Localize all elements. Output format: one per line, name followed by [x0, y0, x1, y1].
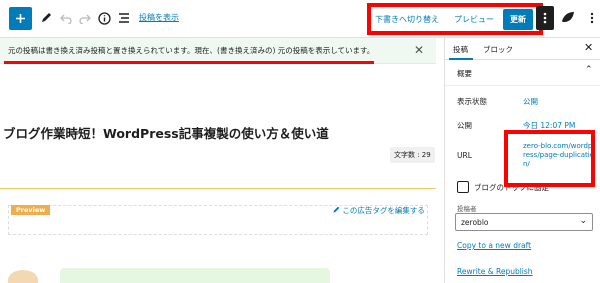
visibility-label: 表示状態 [457, 97, 487, 106]
author-label: 投稿者 [457, 205, 477, 213]
preview-badge: Preview [11, 205, 51, 215]
more-icon [543, 12, 547, 24]
settings-button[interactable] [536, 6, 554, 30]
chevron-up-icon: ⌃ [585, 65, 593, 75]
tab-block[interactable]: ブロック [483, 44, 513, 55]
editor-toolbar: 投稿を表示 下書きへ切り替え プレビュー 更新 [0, 0, 600, 38]
highlight-underline [4, 61, 374, 64]
visibility-value[interactable]: 公開 [523, 96, 538, 107]
pencil-icon [333, 206, 340, 213]
url-label: URL [457, 151, 472, 160]
publish-label: 公開 [457, 121, 472, 130]
undo-icon[interactable] [58, 10, 74, 26]
copy-to-draft-link[interactable]: Copy to a new draft [457, 241, 531, 250]
author-select[interactable]: zeroblo ⌄ [455, 213, 593, 231]
word-count-badge: 文字数 : 29 [390, 147, 435, 163]
close-icon[interactable]: ✕ [584, 41, 593, 54]
editor-canvas: ブログ作業時短！WordPress記事複製の使い方＆使い道 文字数 : 29 P… [0, 65, 440, 283]
leaf-icon[interactable] [560, 9, 576, 25]
edit-ad-tag-label: この広告タグを編集する [342, 206, 425, 215]
sticky-checkbox[interactable] [457, 181, 469, 193]
post-title[interactable]: ブログ作業時短！WordPress記事複製の使い方＆使い道 [3, 123, 329, 142]
edit-ad-tag-link[interactable]: この広告タグを編集する [332, 205, 425, 216]
notice-text: 元の投稿は書き換え済み投稿と置き換えられています。現在、(書き換え済みの) 元の… [8, 46, 375, 55]
plus-icon [16, 14, 25, 23]
speech-bubble [60, 268, 330, 283]
avatar [8, 270, 38, 283]
redo-icon[interactable] [77, 10, 93, 26]
highlight-box-toolbar [367, 3, 543, 35]
panel-title: 概要 [457, 69, 472, 78]
rewrite-republish-link[interactable]: Rewrite & Republish [457, 267, 533, 276]
options-icon[interactable] [584, 10, 600, 26]
info-icon[interactable] [96, 10, 112, 26]
show-post-link[interactable]: 投稿を表示 [139, 12, 179, 23]
pencil-icon[interactable] [38, 10, 54, 26]
sidebar-tabs: 投稿 ブロック ✕ [445, 38, 600, 60]
highlight-box-url [504, 130, 595, 187]
tab-post[interactable]: 投稿 [453, 44, 468, 55]
summary-panel-header[interactable]: 概要 ⌃ [445, 60, 600, 86]
add-block-button[interactable] [9, 7, 32, 30]
close-icon[interactable]: ✕ [414, 43, 424, 57]
chevron-down-icon: ⌄ [579, 216, 587, 226]
ad-block[interactable] [0, 188, 436, 246]
list-view-icon[interactable] [116, 10, 132, 26]
author-value: zeroblo [461, 218, 489, 227]
